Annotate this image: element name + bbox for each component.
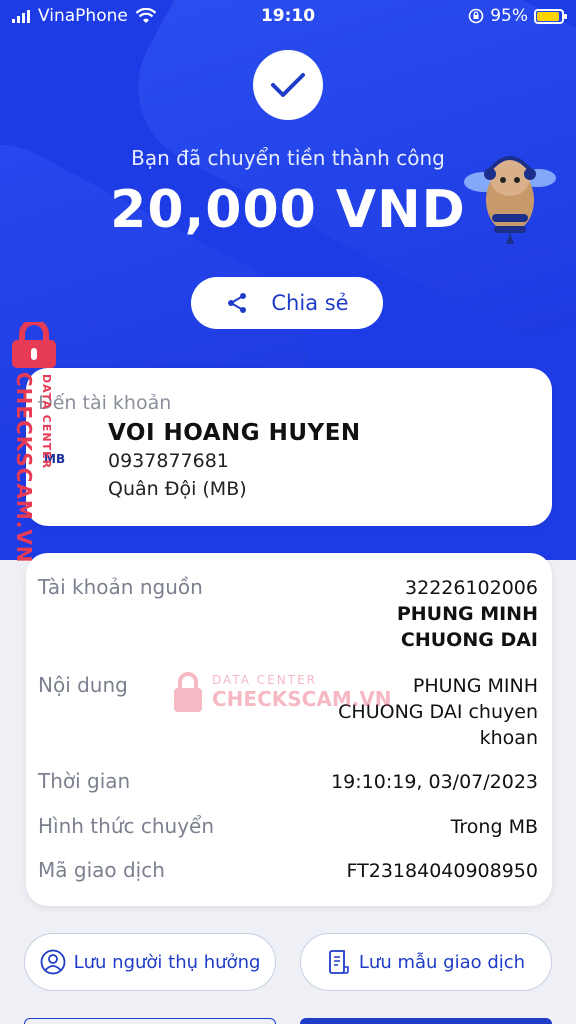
save-beneficiary-label: Lưu người thụ hưởng xyxy=(73,951,261,973)
user-icon xyxy=(40,949,65,975)
bee-mascot-icon xyxy=(464,156,556,244)
battery-icon xyxy=(534,8,567,24)
detail-label: Nội dung xyxy=(38,673,128,697)
recipient-name: VOI HOANG HUYEN xyxy=(108,420,361,446)
watermark-side: CHECKSCAM.VN DATA CENTER xyxy=(4,316,62,564)
lock-icon xyxy=(174,672,202,712)
bottom-button-right[interactable] xyxy=(300,1018,552,1024)
save-template-label: Lưu mẫu giao dịch xyxy=(358,951,526,973)
recipient-bank: Quân Đội (MB) xyxy=(108,478,247,500)
save-template-button[interactable]: Lưu mẫu giao dịch xyxy=(300,933,552,991)
success-check-icon xyxy=(253,50,323,120)
detail-label: Tài khoản nguồn xyxy=(38,575,203,599)
watermark-text: CHECKSCAM.VN xyxy=(12,372,36,564)
detail-label: Hình thức chuyển xyxy=(38,814,215,838)
bottom-button-left[interactable] xyxy=(24,1018,276,1024)
detail-value: Trong MB xyxy=(450,816,538,838)
status-bar: VinaPhone 19:10 95% xyxy=(0,0,576,32)
detail-value: 32226102006 PHUNG MINH CHUONG DAI xyxy=(397,575,538,653)
recipient-card: Đến tài khoản MB VOI HOANG HUYEN 0937877… xyxy=(26,368,552,526)
watermark-center: DATA CENTER CHECKSCAM.VN xyxy=(172,672,392,712)
share-button[interactable]: Chia sẻ xyxy=(191,277,383,329)
detail-value: FT23184040908950 xyxy=(346,860,538,882)
document-icon xyxy=(329,950,349,974)
rotation-lock-icon xyxy=(468,8,484,24)
save-beneficiary-button[interactable]: Lưu người thụ hưởng xyxy=(24,933,276,991)
watermark-subtext: DATA CENTER xyxy=(40,374,53,470)
source-owner-line2: CHUONG DAI xyxy=(400,629,538,651)
lock-icon xyxy=(12,322,56,368)
watermark-center-top: DATA CENTER xyxy=(212,673,317,687)
source-owner-line1: PHUNG MINH xyxy=(396,603,538,625)
detail-label: Mã giao dịch xyxy=(38,858,165,882)
detail-label: Thời gian xyxy=(38,769,131,793)
share-icon xyxy=(228,293,247,313)
watermark-center-main: CHECKSCAM.VN xyxy=(212,687,392,711)
content-line3: khoan xyxy=(479,727,538,749)
battery-percent: 95% xyxy=(490,6,528,26)
detail-value: 19:10:19, 03/07/2023 xyxy=(331,771,538,793)
transaction-details-card: Tài khoản nguồn 32226102006 PHUNG MINH C… xyxy=(26,553,552,906)
share-label: Chia sẻ xyxy=(271,291,349,315)
recipient-account: 0937877681 xyxy=(108,450,229,472)
source-account-number: 32226102006 xyxy=(405,577,538,599)
